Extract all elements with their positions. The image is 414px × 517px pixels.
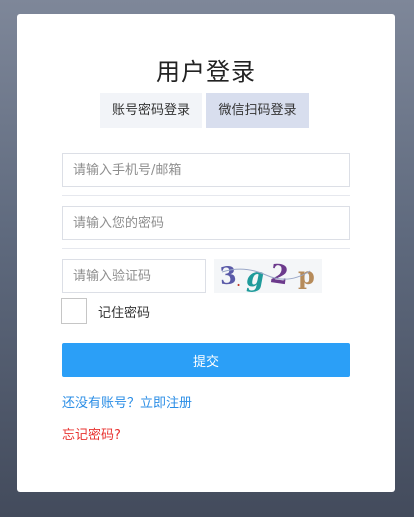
submit-button[interactable]: 提交 (62, 343, 350, 377)
register-link[interactable]: 还没有账号？立即注册 (62, 392, 192, 411)
divider (62, 248, 350, 249)
captcha-char: 3 (219, 260, 238, 290)
captcha-char: . (236, 271, 241, 290)
captcha-char: 2 (268, 259, 290, 291)
page-title: 用户登录 (156, 58, 256, 86)
forgot-password-link[interactable]: 忘记密码? (62, 424, 121, 443)
tab-wechat-scan[interactable]: 微信扫码登录 (206, 93, 309, 128)
verification-code-input[interactable] (62, 259, 206, 293)
phone-email-input[interactable] (62, 153, 350, 187)
login-card: 用户登录 账号密码登录 微信扫码登录 3 . g 2 p 记住密码 提交 还没有… (17, 14, 395, 492)
captcha-image[interactable]: 3 . g 2 p (214, 259, 322, 293)
remember-password-checkbox[interactable] (61, 298, 87, 324)
captcha-char: g (246, 263, 264, 293)
captcha-glyphs: 3 . g 2 p (219, 259, 315, 293)
tab-account-password[interactable]: 账号密码登录 (100, 93, 202, 128)
remember-password-label: 记住密码 (98, 306, 151, 321)
divider (62, 195, 350, 196)
password-input[interactable] (62, 206, 350, 240)
